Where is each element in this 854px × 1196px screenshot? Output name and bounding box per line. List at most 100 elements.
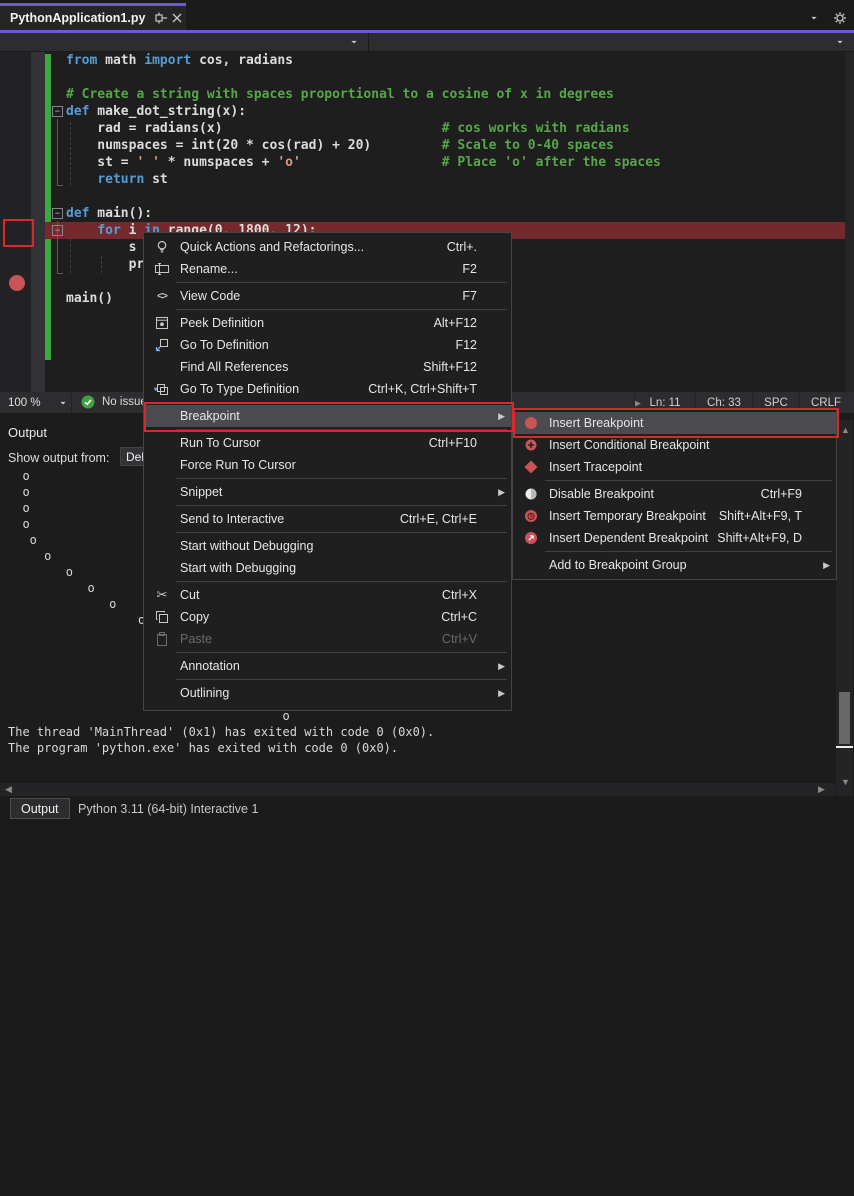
submenu-item-insert-temporary-breakpoint[interactable]: Insert Temporary BreakpointShift+Alt+F9,… xyxy=(513,505,836,527)
menu-item-cut[interactable]: ✂CutCtrl+X xyxy=(144,584,511,606)
copy-icon xyxy=(144,609,180,625)
menu-item-shortcut: Ctrl+E, Ctrl+E xyxy=(400,512,477,526)
menu-item-go-to-definition[interactable]: Go To DefinitionF12 xyxy=(144,334,511,356)
go-to-definition-icon xyxy=(144,337,180,353)
menu-item-rename[interactable]: Rename...F2 xyxy=(144,258,511,280)
menu-item-label: Insert Conditional Breakpoint xyxy=(549,438,818,452)
fold-marker[interactable]: − xyxy=(52,208,63,219)
tab-python-interactive[interactable]: Python 3.11 (64-bit) Interactive 1 xyxy=(78,802,258,816)
menu-item-peek-definition[interactable]: Peek DefinitionAlt+F12 xyxy=(144,312,511,334)
scroll-left-arrow[interactable]: ◀ xyxy=(5,783,12,796)
window-toolbar xyxy=(806,10,848,26)
menu-item-start-with-debugging[interactable]: Start with Debugging xyxy=(144,557,511,579)
menu-item-label: Rename... xyxy=(180,262,462,276)
scrollbar-thumb[interactable] xyxy=(839,692,850,744)
menu-item-label: Go To Definition xyxy=(180,338,455,352)
menu-item-shortcut: Shift+F12 xyxy=(423,360,477,374)
menu-separator xyxy=(176,505,507,506)
menu-item-shortcut: Shift+Alt+F9, D xyxy=(717,531,802,545)
menu-item-shortcut: Ctrl+K, Ctrl+Shift+T xyxy=(368,382,477,396)
menu-item-shortcut: Alt+F12 xyxy=(434,316,477,330)
gear-icon[interactable] xyxy=(832,10,848,26)
code-line: def make_dot_string(x): xyxy=(0,103,854,120)
zoom-level-value: 100 % xyxy=(8,397,41,409)
breakpoint-icon xyxy=(513,415,549,431)
close-icon[interactable] xyxy=(169,10,185,26)
fold-marker[interactable]: − xyxy=(52,106,63,117)
code-line: rad = radians(x) # cos works with radian… xyxy=(0,120,854,137)
code-line xyxy=(0,188,854,205)
fold-scope-line xyxy=(57,119,58,185)
breakpoint-glyph[interactable] xyxy=(9,275,25,291)
submenu-item-disable-breakpoint[interactable]: Disable BreakpointCtrl+F9 xyxy=(513,483,836,505)
rename-icon xyxy=(144,261,180,277)
paste-icon xyxy=(144,631,180,647)
menu-item-view-code[interactable]: <>View CodeF7 xyxy=(144,285,511,307)
menu-item-start-without-debugging[interactable]: Start without Debugging xyxy=(144,535,511,557)
zoom-level-dropdown[interactable]: 100 % xyxy=(0,392,72,413)
menu-item-label: Insert Dependent Breakpoint xyxy=(549,531,717,545)
navigation-dropdown-types[interactable] xyxy=(0,33,369,51)
submenu-item-insert-breakpoint[interactable]: Insert Breakpoint xyxy=(513,412,836,434)
check-circle-icon xyxy=(80,394,96,410)
tab-output[interactable]: Output xyxy=(10,798,70,819)
code-line: def main(): xyxy=(0,205,854,222)
menu-item-label: Start with Debugging xyxy=(180,561,493,575)
menu-item-label: Cut xyxy=(180,588,442,602)
menu-item-label: Snippet xyxy=(180,485,493,499)
chevron-down-icon xyxy=(55,395,71,411)
menu-item-shortcut: Ctrl+X xyxy=(442,588,477,602)
pin-icon[interactable] xyxy=(153,10,169,26)
menu-item-send-to-interactive[interactable]: Send to InteractiveCtrl+E, Ctrl+E xyxy=(144,508,511,530)
menu-item-label: Run To Cursor xyxy=(180,436,429,450)
menu-separator xyxy=(545,480,832,481)
menu-item-shortcut: Shift+Alt+F9, T xyxy=(719,509,802,523)
menu-item-force-run-to-cursor[interactable]: Force Run To Cursor xyxy=(144,454,511,476)
document-tab-bar: PythonApplication1.py xyxy=(0,0,854,30)
lightbulb-icon xyxy=(144,239,180,255)
menu-item-go-to-type-definition[interactable]: Go To Type DefinitionCtrl+K, Ctrl+Shift+… xyxy=(144,378,511,400)
menu-separator xyxy=(176,429,507,430)
disable-breakpoint-icon xyxy=(513,486,549,502)
menu-separator xyxy=(545,551,832,552)
document-tab[interactable]: PythonApplication1.py xyxy=(0,3,186,30)
menu-item-label: Disable Breakpoint xyxy=(549,487,761,501)
code-line: return st xyxy=(0,171,854,188)
submenu-arrow-icon: ▶ xyxy=(818,560,830,571)
menu-item-label: Annotation xyxy=(180,659,493,673)
menu-item-label: Force Run To Cursor xyxy=(180,458,493,472)
tool-window-tab-bar: Output Python 3.11 (64-bit) Interactive … xyxy=(0,796,854,825)
menu-item-label: Peek Definition xyxy=(180,316,434,330)
menu-item-annotation[interactable]: Annotation▶ xyxy=(144,655,511,677)
menu-item-copy[interactable]: CopyCtrl+C xyxy=(144,606,511,628)
scroll-up-arrow[interactable]: ▲ xyxy=(841,424,850,437)
menu-item-outlining[interactable]: Outlining▶ xyxy=(144,682,511,704)
menu-separator xyxy=(176,309,507,310)
menu-item-find-all-references[interactable]: Find All ReferencesShift+F12 xyxy=(144,356,511,378)
output-line: The program 'python.exe' has exited with… xyxy=(0,740,830,756)
submenu-item-insert-dependent-breakpoint[interactable]: Insert Dependent BreakpointShift+Alt+F9,… xyxy=(513,527,836,549)
menu-item-quick-actions-and-refactorings[interactable]: Quick Actions and Refactorings...Ctrl+. xyxy=(144,236,511,258)
code-line: st = ' ' * numspaces + 'o' # Place 'o' a… xyxy=(0,154,854,171)
menu-item-breakpoint[interactable]: Breakpoint▶ xyxy=(144,405,511,427)
chevron-down-icon[interactable] xyxy=(806,10,822,26)
menu-separator xyxy=(176,581,507,582)
scroll-down-arrow[interactable]: ▼ xyxy=(841,776,850,789)
output-horizontal-scrollbar[interactable]: ◀ ▶ xyxy=(0,783,835,796)
menu-item-shortcut: Ctrl+C xyxy=(441,610,477,624)
cut-icon: ✂ xyxy=(144,587,180,603)
menu-item-shortcut: F7 xyxy=(462,289,477,303)
navigation-dropdown-members[interactable] xyxy=(370,33,854,51)
editor-vertical-scrollbar[interactable] xyxy=(845,52,854,392)
submenu-arrow-icon: ▶ xyxy=(493,688,505,699)
menu-separator xyxy=(176,532,507,533)
menu-item-snippet[interactable]: Snippet▶ xyxy=(144,481,511,503)
submenu-item-insert-tracepoint[interactable]: Insert Tracepoint xyxy=(513,456,836,478)
scroll-right-arrow[interactable]: ▶ xyxy=(818,783,825,796)
submenu-item-add-to-breakpoint-group[interactable]: Add to Breakpoint Group▶ xyxy=(513,554,836,576)
fold-marker[interactable]: − xyxy=(52,225,63,236)
submenu-item-insert-conditional-breakpoint[interactable]: Insert Conditional Breakpoint xyxy=(513,434,836,456)
menu-item-paste[interactable]: PasteCtrl+V xyxy=(144,628,511,650)
menu-item-run-to-cursor[interactable]: Run To CursorCtrl+F10 xyxy=(144,432,511,454)
menu-item-label: Send to Interactive xyxy=(180,512,400,526)
